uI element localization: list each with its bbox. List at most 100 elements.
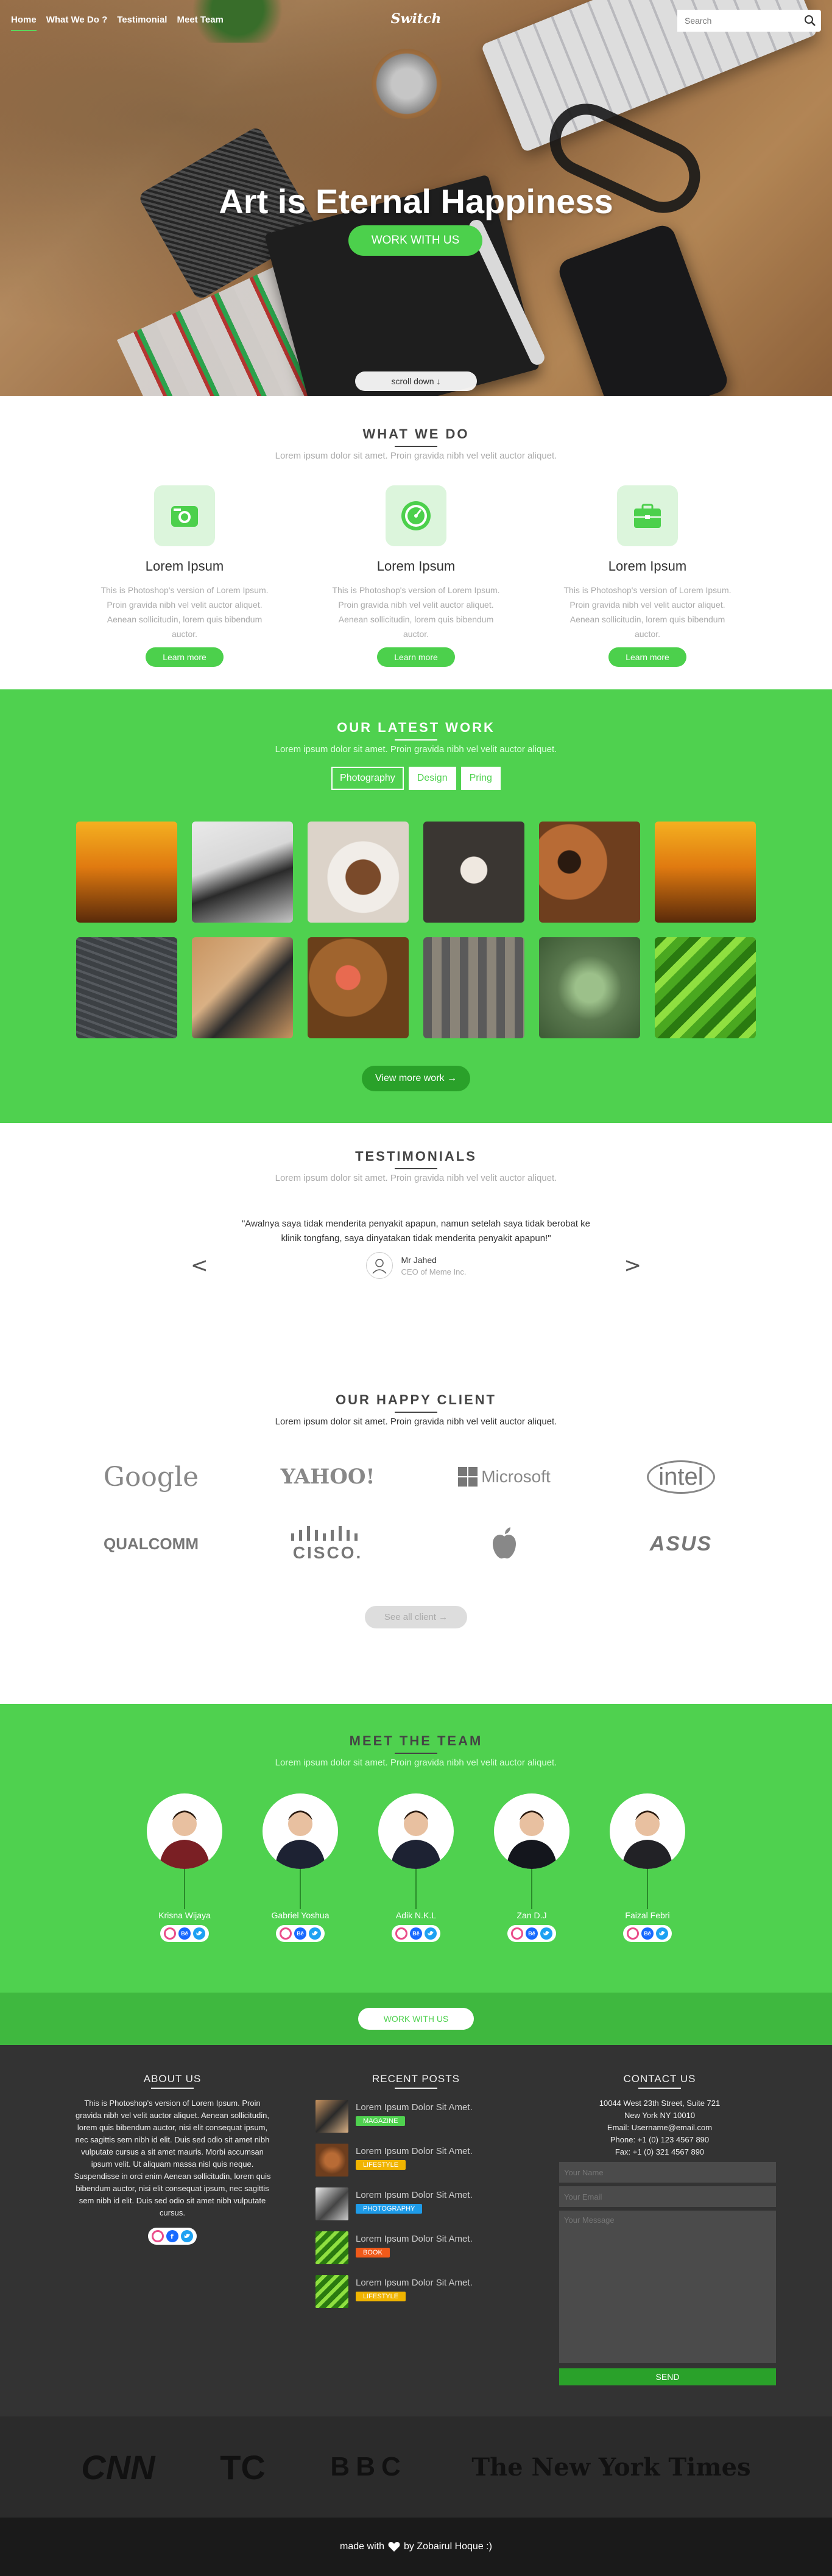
twitter-icon[interactable]: [309, 1927, 321, 1940]
post-tag[interactable]: PHOTOGRAPHY: [356, 2204, 423, 2214]
email-field[interactable]: [559, 2186, 776, 2207]
recent-post[interactable]: Lorem Ipsum Dolor Sit Amet. LIFESTYLE: [316, 2144, 516, 2177]
twitter-icon[interactable]: [181, 2230, 193, 2242]
gallery-image-cake[interactable]: [308, 822, 409, 923]
gallery-image-breakfast[interactable]: [308, 937, 409, 1038]
post-thumbnail[interactable]: [316, 2275, 348, 2308]
recent-post[interactable]: Lorem Ipsum Dolor Sit Amet. LIFESTYLE: [316, 2275, 516, 2308]
credit-author: by Zobairul Hoque :): [403, 2541, 492, 2552]
prev-testimonial-button[interactable]: <: [191, 1253, 208, 1278]
post-title[interactable]: Lorem Ipsum Dolor Sit Amet.: [356, 2278, 473, 2288]
filter-photography[interactable]: Photography: [331, 767, 404, 790]
post-title[interactable]: Lorem Ipsum Dolor Sit Amet.: [356, 2234, 473, 2244]
team-connector-line: [531, 1869, 532, 1909]
twitter-icon[interactable]: [656, 1927, 668, 1940]
cnn-logo: CNN: [81, 2448, 155, 2486]
behance-icon[interactable]: Bē: [178, 1927, 191, 1940]
client-logos: Google YAHOO! Microsoft intel QUALCOMM C…: [0, 1457, 832, 1563]
post-thumbnail[interactable]: [316, 2100, 348, 2133]
see-all-client-button[interactable]: See all client →: [364, 1606, 468, 1628]
section-subtitle: Lorem ipsum dolor sit amet. Proin gravid…: [275, 451, 557, 461]
post-thumbnail[interactable]: [316, 2187, 348, 2220]
work-with-us-button[interactable]: WORK WITH US: [348, 225, 482, 256]
behance-icon[interactable]: Bē: [410, 1927, 422, 1940]
dribbble-icon[interactable]: [164, 1927, 176, 1940]
learn-more-button[interactable]: Learn more: [377, 647, 455, 667]
post-thumbnail[interactable]: [316, 2144, 348, 2177]
search-input[interactable]: [677, 10, 793, 32]
post-title[interactable]: Lorem Ipsum Dolor Sit Amet.: [356, 2146, 473, 2156]
behance-icon[interactable]: Bē: [294, 1927, 306, 1940]
contact-email: Email: Username@email.com: [607, 2123, 713, 2132]
team-member: Zan D.J Bē: [494, 1793, 569, 1943]
post-tag[interactable]: MAGAZINE: [356, 2116, 406, 2126]
service-text: This is Photoshop's version of Lorem Ips…: [332, 585, 500, 639]
credit-prefix: made with: [340, 2541, 384, 2552]
facebook-icon[interactable]: f: [166, 2230, 178, 2242]
clients-section: OUR HAPPY CLIENT Lorem ipsum dolor sit a…: [0, 1367, 832, 1704]
service-item: Lorem Ipsum This is Photoshop's version …: [93, 485, 276, 667]
section-subtitle: Lorem ipsum dolor sit amet. Proin gravid…: [275, 1416, 557, 1427]
dribbble-icon[interactable]: [395, 1927, 407, 1940]
address-line-2: New York NY 10010: [624, 2111, 696, 2120]
gallery-image-green-abstract[interactable]: [655, 937, 756, 1038]
team-connector-line: [184, 1869, 185, 1909]
recent-posts-list: Lorem Ipsum Dolor Sit Amet. MAGAZINE Lor…: [316, 2100, 516, 2308]
post-tag[interactable]: BOOK: [356, 2248, 390, 2258]
work-with-us-footer-button[interactable]: WORK WITH US: [358, 2008, 474, 2030]
twitter-icon[interactable]: [540, 1927, 552, 1940]
yahoo-logo: YAHOO!: [280, 1465, 375, 1489]
work-gallery: [0, 822, 832, 1038]
team-photo: [147, 1793, 222, 1869]
name-field[interactable]: [559, 2162, 776, 2183]
testimonial-author: Mr Jahed CEO of Meme Inc.: [233, 1252, 599, 1279]
filter-pring[interactable]: Pring: [460, 767, 501, 790]
twitter-icon[interactable]: [193, 1927, 205, 1940]
message-field[interactable]: [559, 2211, 776, 2363]
post-thumbnail[interactable]: [316, 2231, 348, 2264]
recent-post[interactable]: Lorem Ipsum Dolor Sit Amet. BOOK: [316, 2231, 516, 2264]
learn-more-button[interactable]: Learn more: [146, 647, 224, 667]
gallery-image-kitten[interactable]: [423, 822, 524, 923]
behance-icon[interactable]: Bē: [641, 1927, 654, 1940]
gallery-image-forest-sunset[interactable]: [76, 822, 177, 923]
post-title[interactable]: Lorem Ipsum Dolor Sit Amet.: [356, 2190, 473, 2200]
dribbble-icon[interactable]: [280, 1927, 292, 1940]
post-tag[interactable]: LIFESTYLE: [356, 2160, 406, 2170]
view-more-label: View more work: [375, 1073, 445, 1083]
gallery-image-workspace[interactable]: [192, 937, 293, 1038]
gallery-image-leaves[interactable]: [539, 937, 640, 1038]
camera-icon: [154, 485, 215, 546]
behance-icon[interactable]: Bē: [526, 1927, 538, 1940]
gallery-image-coffee[interactable]: [539, 822, 640, 923]
phone-decoration: [555, 222, 731, 396]
apple-logo: [416, 1524, 593, 1563]
section-title: OUR LATEST WORK: [0, 720, 832, 741]
gallery-image-railroad[interactable]: [423, 937, 524, 1038]
learn-more-button[interactable]: Learn more: [608, 647, 686, 667]
section-title: WHAT WE DO: [0, 426, 832, 447]
speedometer-icon: [386, 485, 446, 546]
section-subtitle: Lorem ipsum dolor sit amet. Proin gravid…: [275, 1173, 557, 1183]
send-button[interactable]: SEND: [559, 2368, 776, 2385]
dribbble-icon[interactable]: [627, 1927, 639, 1940]
gallery-image-laptop[interactable]: [76, 937, 177, 1038]
gallery-image-forest-sunset-2[interactable]: [655, 822, 756, 923]
twitter-icon[interactable]: [425, 1927, 437, 1940]
google-logo: Google: [103, 1461, 199, 1493]
post-tag[interactable]: LIFESTYLE: [356, 2292, 406, 2301]
dribbble-icon[interactable]: [152, 2230, 164, 2242]
hero-section: Home What We Do ? Testimonial Meet Team …: [0, 0, 832, 396]
gallery-image-desk[interactable]: [192, 822, 293, 923]
arrow-right-icon: →: [446, 1073, 457, 1083]
view-more-work-button[interactable]: View more work →: [362, 1066, 470, 1091]
recent-post[interactable]: Lorem Ipsum Dolor Sit Amet. PHOTOGRAPHY: [316, 2187, 516, 2220]
post-title[interactable]: Lorem Ipsum Dolor Sit Amet.: [356, 2102, 473, 2113]
search-icon[interactable]: [803, 13, 817, 28]
recent-post[interactable]: Lorem Ipsum Dolor Sit Amet. MAGAZINE: [316, 2100, 516, 2133]
scroll-down-button[interactable]: scroll down ↓: [355, 371, 477, 391]
filter-design[interactable]: Design: [408, 767, 456, 790]
next-testimonial-button[interactable]: >: [624, 1253, 642, 1278]
contact-phone: Phone: +1 (0) 123 4567 890: [610, 2135, 710, 2144]
dribbble-icon[interactable]: [511, 1927, 523, 1940]
